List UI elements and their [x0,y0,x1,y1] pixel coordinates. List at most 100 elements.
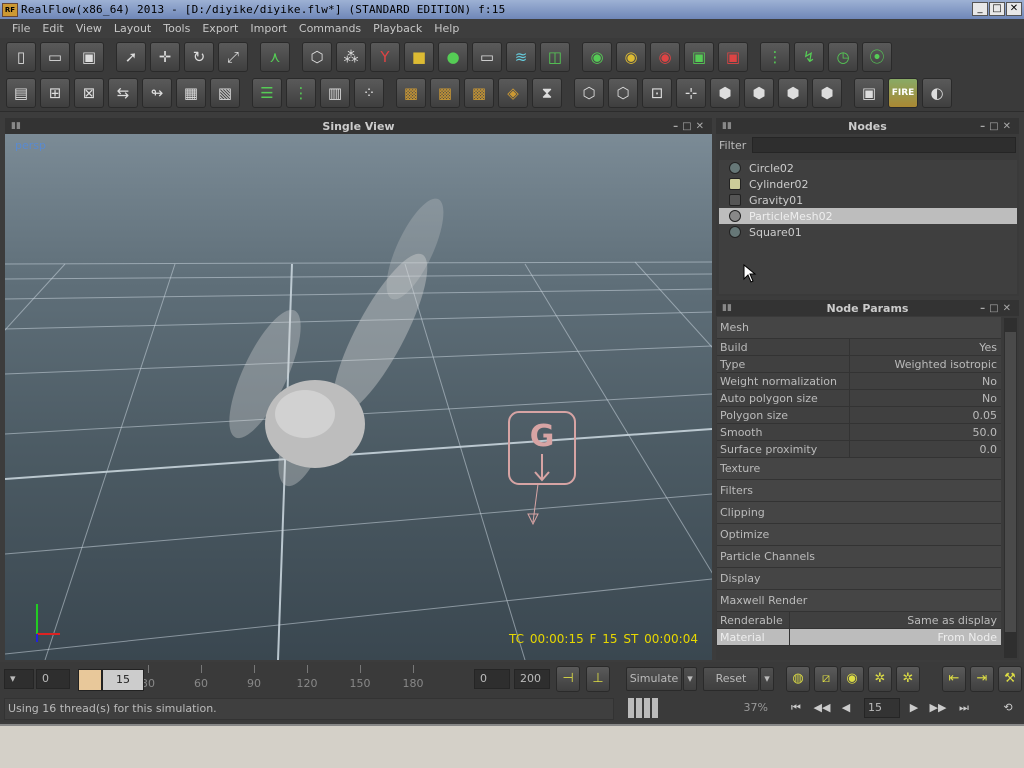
shade-wire-icon[interactable]: ⬢ [710,78,740,108]
add-wave-icon[interactable]: ≋ [506,41,536,72]
timeline-ruler[interactable]: 30 60 90 120 150 180 15 [78,665,470,693]
menu-edit[interactable]: Edit [36,22,69,35]
section-filters[interactable]: Filters [717,480,1001,502]
group-icon[interactable]: ▦ [176,78,206,108]
curve-editor-icon[interactable]: ▥ [320,78,350,108]
menu-layout[interactable]: Layout [108,22,157,35]
view-cube-icon[interactable]: ⬡ [574,78,604,108]
add-object-icon[interactable]: ⬡ [302,41,332,72]
graph-run-icon[interactable]: ⋮ [760,41,790,72]
node-item-circle02[interactable]: Circle02 [719,160,1017,176]
section-display[interactable]: Display [717,568,1001,590]
add-daemon-icon[interactable]: Y [370,41,400,72]
cache-anim-icon[interactable]: ◈ [498,78,528,108]
gear-yellow-icon[interactable]: ✲ [868,666,892,692]
close-button[interactable]: ✕ [1006,2,1022,16]
status-green-icon[interactable]: ◉ [582,41,612,72]
move-tool-icon[interactable]: ✛ [150,41,180,72]
save-scene-icon[interactable]: ▣ [74,41,104,72]
param-surface-proximity[interactable]: Surface proximity 0.0 [717,441,1001,458]
set-start-icon[interactable]: ⊣ [556,666,580,692]
scrollbar-thumb[interactable] [1005,332,1016,632]
menu-import[interactable]: Import [244,22,293,35]
wrench-icon[interactable]: ⚒ [998,666,1022,692]
step-back-key-icon[interactable]: ⇤ [942,666,966,692]
go-start-icon[interactable]: ⏮ [786,700,806,718]
menu-export[interactable]: Export [196,22,244,35]
param-smooth[interactable]: Smooth 50.0 [717,424,1001,441]
frame-field[interactable]: 15 [864,698,900,718]
scale-tool-icon[interactable]: ⤢ [218,41,248,72]
link-add-icon[interactable]: ⊞ [40,78,70,108]
list-icon[interactable]: ▤ [6,78,36,108]
panel-grip-icon[interactable]: ▮▮ [11,121,21,131]
network-run-icon[interactable]: ⦿ [862,41,892,72]
range-start-field[interactable]: 0 [474,669,510,689]
param-type[interactable]: Type Weighted isotropic [717,356,1001,373]
link-remove-icon[interactable]: ⊠ [74,78,104,108]
node-item-gravity01[interactable]: Gravity01 [719,192,1017,208]
menu-tools[interactable]: Tools [157,22,196,35]
go-end-icon[interactable]: ⏭ [954,700,974,718]
timeline-mode-dropdown[interactable]: ▾ [4,669,34,689]
section-mesh[interactable]: Mesh [717,317,1001,339]
param-polygon-size[interactable]: Polygon size 0.05 [717,407,1001,424]
particles-icon[interactable]: ⁘ [354,78,384,108]
save-cache-icon[interactable]: ▣ [684,41,714,72]
panel-controls-icon[interactable]: –□✕ [980,121,1015,132]
3d-viewport[interactable]: G persp TC 00:00:15 F 15 ST 00:00:04 [5,134,712,660]
range-end-field[interactable]: 200 [514,669,550,689]
step-back-icon[interactable]: ◀◀ [812,700,832,718]
panel-controls-icon[interactable]: –□✕ [673,121,708,132]
params-scrollbar[interactable] [1004,318,1017,658]
add-hybrido-icon[interactable]: ◫ [540,41,570,72]
curve-icon[interactable]: ⧄ [814,666,838,692]
fire-icon[interactable]: FIRE [888,78,918,108]
menu-help[interactable]: Help [428,22,465,35]
new-scene-icon[interactable]: ▯ [6,41,36,72]
ungroup-icon[interactable]: ▧ [210,78,240,108]
step-forward-icon[interactable]: ▶▶ [928,700,948,718]
panel-controls-icon[interactable]: –□✕ [980,303,1015,314]
add-emitter-icon[interactable]: ⁂ [336,41,366,72]
panel-grip-icon[interactable]: ▮▮ [722,303,732,313]
section-particle-channels[interactable]: Particle Channels [717,546,1001,568]
simulate-options-icon[interactable]: ▾ [683,667,697,691]
notes-icon[interactable]: ☰ [252,78,282,108]
add-camera-icon[interactable]: ▭ [472,41,502,72]
batch-run-icon[interactable]: ↯ [794,41,824,72]
shade-flat-icon[interactable]: ⬢ [744,78,774,108]
menu-playback[interactable]: Playback [367,22,428,35]
timer-run-icon[interactable]: ◷ [828,41,858,72]
hourglass-icon[interactable]: ⧗ [532,78,562,108]
select-tool-icon[interactable]: ➚ [116,41,146,72]
param-material[interactable]: Material From Node [717,629,1001,646]
view-fit-icon[interactable]: ⊹ [676,78,706,108]
maxwell-icon[interactable]: ◐ [922,78,952,108]
param-weight-normalization[interactable]: Weight normalization No [717,373,1001,390]
param-renderable[interactable]: Renderable Same as display [717,612,1001,629]
node-item-cylinder02[interactable]: Cylinder02 [719,176,1017,192]
param-build[interactable]: Build Yes [717,339,1001,356]
play-back-icon[interactable]: ◀ [836,700,856,718]
node-item-particlemesh02[interactable]: ParticleMesh02 [719,208,1017,224]
timeline-playhead[interactable] [78,669,102,691]
section-maxwell-render[interactable]: Maxwell Render [717,590,1001,612]
maximize-button[interactable]: □ [989,2,1005,16]
gear-green-icon[interactable]: ✲ [896,666,920,692]
eye-icon[interactable]: ◉ [840,666,864,692]
camera-label[interactable]: persp [15,139,46,152]
realwave-icon[interactable]: ◍ [786,666,810,692]
render-icon[interactable]: ▣ [854,78,884,108]
menu-commands[interactable]: Commands [293,22,367,35]
timeline-start-field[interactable]: 0 [36,669,70,689]
view-frame-icon[interactable]: ⊡ [642,78,672,108]
view-wire-icon[interactable]: ⬡ [608,78,638,108]
status-red-icon[interactable]: ◉ [650,41,680,72]
section-clipping[interactable]: Clipping [717,502,1001,524]
link-curve-icon[interactable]: ↬ [142,78,172,108]
graph-editor-icon[interactable]: ⋮ [286,78,316,108]
shade-solid-icon[interactable]: ⬢ [812,78,842,108]
menu-file[interactable]: File [6,22,36,35]
link-edit-icon[interactable]: ⇆ [108,78,138,108]
